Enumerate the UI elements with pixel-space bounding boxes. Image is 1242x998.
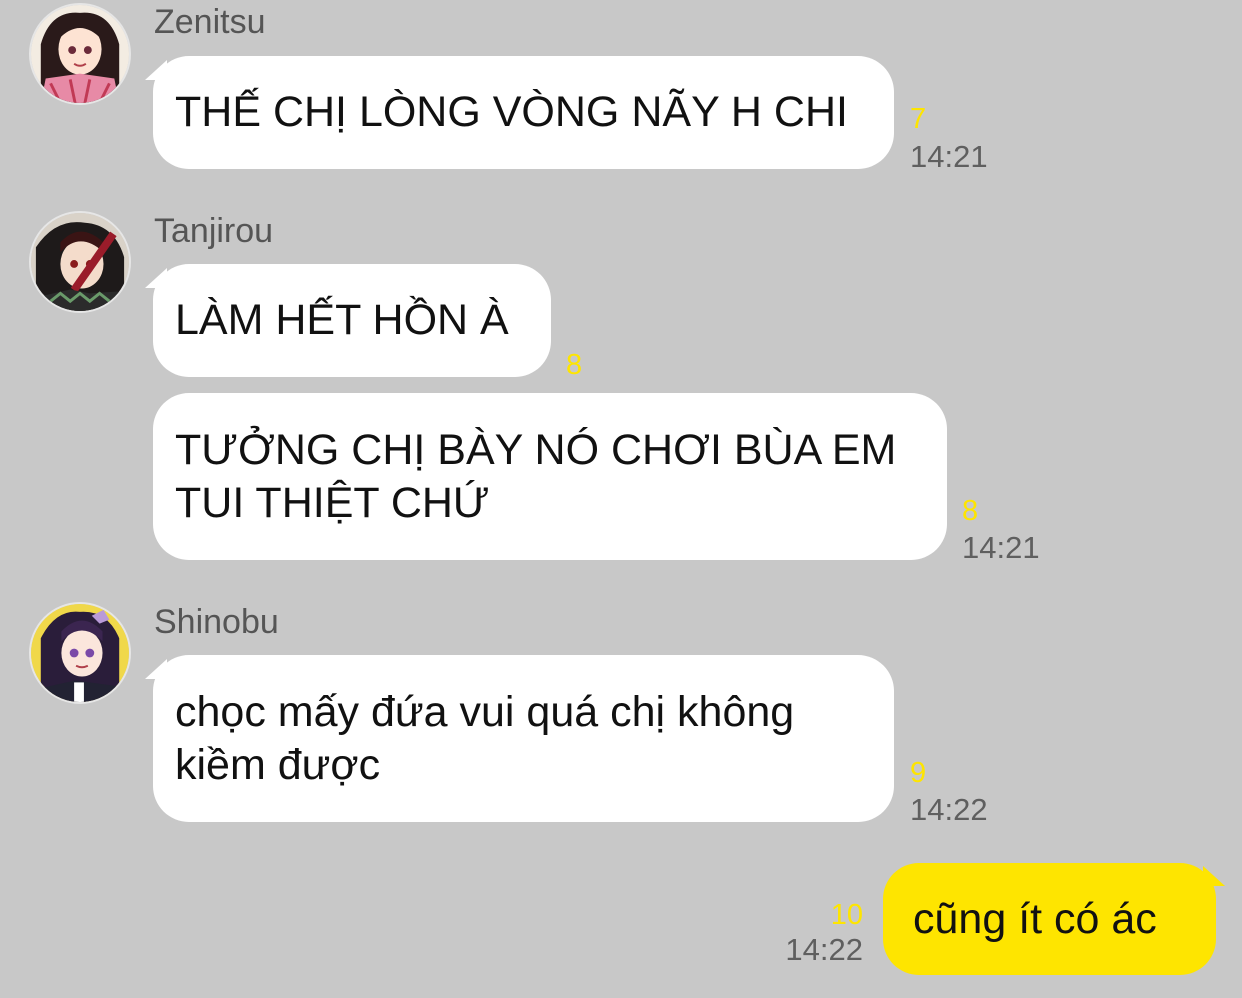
sender-name: Zenitsu (154, 3, 266, 41)
message-bubble[interactable]: TƯỞNG CHỊ BÀY NÓ CHƠI BÙA EM TUI THIỆT C… (153, 393, 947, 560)
avatar-tanjirou[interactable] (29, 211, 131, 313)
message-text: THẾ CHỊ LÒNG VÒNG NÃY H CHI (175, 88, 848, 136)
timestamp: 14:21 (962, 530, 1040, 565)
message-bubble[interactable]: chọc mấy đứa vui quá chị không kiềm được (153, 655, 894, 822)
my-message-bubble[interactable]: cũng ít có ác (883, 863, 1216, 975)
avatar-shinobu[interactable] (29, 602, 131, 704)
avatar-zenitsu[interactable] (29, 3, 131, 105)
unread-count: 7 (910, 103, 927, 135)
timestamp: 14:22 (910, 792, 988, 827)
message-text: TƯỞNG CHỊ BÀY NÓ CHƠI BÙA EM (175, 425, 897, 474)
sender-name: Tanjirou (154, 212, 274, 250)
message-text: LÀM HẾT HỒN À (175, 296, 509, 344)
unread-count: 8 (566, 349, 583, 381)
message-bubble[interactable]: THẾ CHỊ LÒNG VÒNG NÃY H CHI (153, 56, 894, 169)
message-text: cũng ít có ác (913, 894, 1157, 943)
profile-avatar-icon (31, 213, 129, 311)
profile-avatar-icon (31, 604, 129, 702)
message-text: chọc mấy đứa vui quá chị không (175, 687, 795, 736)
bubble-tail (1203, 866, 1225, 886)
message-text: TUI THIỆT CHỨ (175, 478, 490, 527)
message-bubble[interactable]: LÀM HẾT HỒN À (153, 264, 551, 377)
timestamp: 14:21 (910, 139, 988, 174)
unread-count: 8 (962, 495, 979, 527)
timestamp: 14:22 (785, 932, 863, 967)
unread-count: 10 (830, 899, 863, 931)
profile-avatar-icon (31, 5, 129, 103)
sender-name: Shinobu (154, 603, 279, 641)
unread-count: 9 (910, 757, 927, 789)
message-text: kiềm được (175, 740, 381, 789)
